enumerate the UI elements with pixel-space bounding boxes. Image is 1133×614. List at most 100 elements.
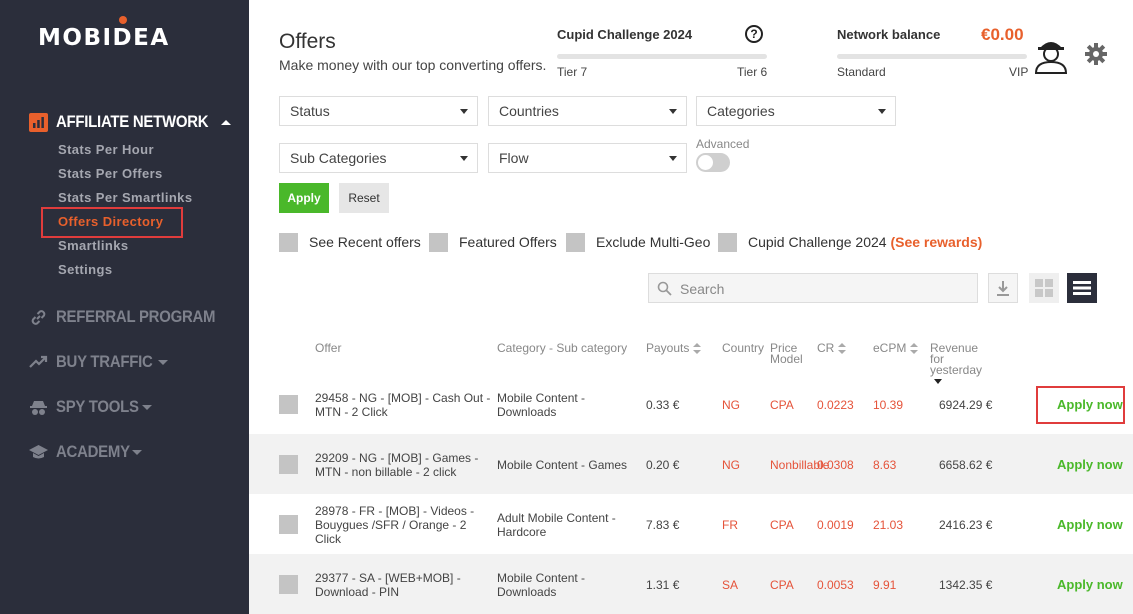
- row-ecpm: 10.39: [873, 398, 904, 412]
- sidebar-item-stats-per-smartlinks[interactable]: Stats Per Smartlinks: [58, 190, 192, 205]
- row-country: NG: [722, 458, 740, 472]
- recent-offers-checkbox[interactable]: [279, 233, 298, 252]
- search-icon: [657, 281, 672, 301]
- tier-left-label: Tier 7: [557, 65, 588, 79]
- reset-button[interactable]: Reset: [339, 183, 389, 213]
- featured-offers-checkbox[interactable]: [429, 233, 448, 252]
- page-subtitle: Make money with our top converting offer…: [279, 57, 547, 73]
- advanced-toggle[interactable]: [696, 153, 730, 172]
- see-rewards-link[interactable]: (See rewards): [890, 234, 982, 250]
- row-offer-name: 29209 - NG - [MOB] - Games - MTN - non bi…: [315, 451, 479, 479]
- table-row[interactable]: 29209 - NG - [MOB] - Games - MTN - non bi…: [249, 434, 1133, 494]
- header-cr[interactable]: CR: [817, 341, 847, 355]
- row-offer-name: 29377 - SA - [WEB+MOB] - Download - PIN: [315, 571, 461, 599]
- list-icon: [1073, 281, 1091, 295]
- apply-now-link[interactable]: Apply now: [1057, 517, 1123, 532]
- trending-up-icon: [28, 352, 48, 372]
- download-icon: [997, 281, 1009, 296]
- countries-select-value: Countries: [499, 103, 559, 119]
- nav-affiliate-network-label: AFFILIATE NETWORK: [56, 112, 209, 131]
- brand-logo[interactable]: MOBIDEA: [38, 25, 170, 51]
- table-row[interactable]: 29458 - NG - [MOB] - Cash Out - MTN - 2 C…: [249, 374, 1133, 434]
- table-row[interactable]: 28978 - FR - [MOB] - Videos - Bouygues /S…: [249, 494, 1133, 554]
- row-price-model: CPA: [770, 518, 794, 532]
- header-country[interactable]: Country: [722, 342, 764, 354]
- header-price-model[interactable]: Price Model: [770, 342, 803, 366]
- header-category[interactable]: Category - Sub category: [497, 342, 627, 354]
- row-country: SA: [722, 578, 739, 592]
- link-icon: [28, 307, 48, 327]
- nav-affiliate-network[interactable]: AFFILIATE NETWORK: [28, 112, 232, 132]
- highlight-box: [1036, 386, 1125, 424]
- grid-icon: [1035, 279, 1053, 297]
- challenge-checkbox-text: Cupid Challenge 2024: [748, 234, 887, 250]
- header-cr-label: CR: [817, 341, 835, 355]
- caret-up-icon: [221, 119, 232, 125]
- status-select[interactable]: Status: [279, 96, 478, 126]
- apply-button[interactable]: Apply: [279, 183, 329, 213]
- table-row[interactable]: 29377 - SA - [WEB+MOB] - Download - PIN M…: [249, 554, 1133, 614]
- header-offer[interactable]: Offer: [315, 342, 341, 354]
- categories-select[interactable]: Categories: [696, 96, 896, 126]
- countries-select[interactable]: Countries: [488, 96, 687, 126]
- row-checkbox[interactable]: [279, 395, 298, 414]
- nav-referral-program-label: REFERRAL PROGRAM: [56, 307, 216, 326]
- row-category: Adult Mobile Content - Hardcore: [497, 511, 616, 539]
- sort-icon: [838, 343, 847, 355]
- row-cr: 0.0223: [817, 398, 854, 412]
- sort-icon: [693, 343, 702, 355]
- row-offer-name: 28978 - FR - [MOB] - Videos - Bouygues /S…: [315, 504, 475, 546]
- recent-offers-label: See Recent offers: [309, 234, 421, 250]
- apply-now-link[interactable]: Apply now: [1057, 457, 1123, 472]
- row-offer-name: 29458 - NG - [MOB] - Cash Out - MTN - 2 C…: [315, 391, 491, 419]
- row-revenue: 1342.35 €: [939, 578, 993, 592]
- chevron-down-icon: [460, 109, 468, 114]
- header-ecpm[interactable]: eCPM: [873, 341, 919, 355]
- advanced-label: Advanced: [696, 137, 750, 151]
- nav-buy-traffic-label: BUY TRAFFIC: [56, 352, 153, 371]
- grid-view-button[interactable]: [1029, 273, 1059, 303]
- sidebar-item-stats-per-offers[interactable]: Stats Per Offers: [58, 166, 163, 181]
- row-ecpm: 21.03: [873, 518, 904, 532]
- download-button[interactable]: [988, 273, 1018, 303]
- sub-categories-select[interactable]: Sub Categories: [279, 143, 478, 173]
- highlight-box: [41, 207, 183, 238]
- main-content: Offers Make money with our top convertin…: [249, 0, 1133, 614]
- chevron-down-icon: [669, 156, 677, 161]
- nav-buy-traffic[interactable]: BUY TRAFFIC: [28, 352, 168, 372]
- flow-select[interactable]: Flow: [488, 143, 687, 173]
- row-ecpm: 8.63: [873, 458, 897, 472]
- sidebar-item-stats-per-hour[interactable]: Stats Per Hour: [58, 142, 154, 157]
- row-checkbox[interactable]: [279, 575, 298, 594]
- sort-icon: [910, 343, 919, 355]
- row-cr: 0.0053: [817, 578, 854, 592]
- row-payout: 0.33 €: [646, 398, 680, 412]
- sidebar-item-smartlinks[interactable]: Smartlinks: [58, 238, 128, 253]
- nav-spy-tools-label: SPY TOOLS: [56, 397, 139, 416]
- header-ecpm-label: eCPM: [873, 341, 907, 355]
- exclude-multi-geo-checkbox[interactable]: [566, 233, 585, 252]
- header-payouts[interactable]: Payouts: [646, 342, 702, 355]
- row-checkbox[interactable]: [279, 455, 298, 474]
- nav-academy-label: ACADEMY: [56, 442, 130, 461]
- gear-icon[interactable]: [1085, 43, 1107, 65]
- user-avatar-icon[interactable]: [1033, 36, 1069, 74]
- header-model-label: Model: [770, 352, 803, 366]
- sidebar: MOBIDEA AFFILIATE NETWORK Stats Per Hour…: [0, 0, 249, 614]
- challenge-checkbox[interactable]: [718, 233, 737, 252]
- chevron-down-icon: [878, 109, 886, 114]
- row-payout: 1.31 €: [646, 578, 680, 592]
- row-checkbox[interactable]: [279, 515, 298, 534]
- apply-now-link[interactable]: Apply now: [1057, 577, 1123, 592]
- nav-spy-tools[interactable]: SPY TOOLS: [28, 397, 152, 417]
- categories-select-value: Categories: [707, 103, 775, 119]
- sidebar-item-settings[interactable]: Settings: [58, 262, 112, 277]
- search-input[interactable]: Search: [648, 273, 978, 303]
- list-view-button[interactable]: [1067, 273, 1097, 303]
- nav-academy[interactable]: ACADEMY: [28, 442, 142, 462]
- bar-chart-icon: [28, 112, 48, 132]
- balance-value: €0.00: [981, 25, 1024, 44]
- row-revenue: 2416.23 €: [939, 518, 993, 532]
- help-icon[interactable]: ?: [745, 25, 763, 43]
- nav-referral-program[interactable]: REFERRAL PROGRAM: [28, 307, 237, 327]
